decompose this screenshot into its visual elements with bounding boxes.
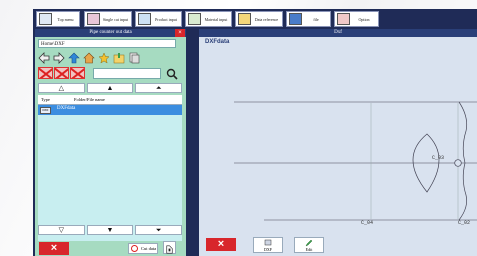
page-down-button[interactable]: ▼ bbox=[86, 225, 134, 235]
dxf-cancel-button[interactable]: × bbox=[206, 238, 236, 251]
cancel-button[interactable]: × bbox=[39, 242, 69, 255]
cad-origin-marker bbox=[454, 159, 462, 167]
contour-label: C_03 bbox=[432, 155, 445, 161]
dxf-file-name: DXFdata bbox=[205, 39, 230, 45]
disabled-actions bbox=[38, 67, 85, 79]
cad-contour bbox=[458, 101, 468, 164]
product-icon bbox=[138, 13, 151, 25]
path-field[interactable]: Home\DXF bbox=[38, 39, 176, 48]
dxf-icon bbox=[264, 239, 272, 246]
disabled-x-icon bbox=[70, 67, 85, 79]
toolbar-data-reference-button[interactable]: Data reference bbox=[235, 11, 283, 27]
toolbar-single-cut-button[interactable]: Single cut input bbox=[84, 11, 132, 27]
disabled-x-icon bbox=[54, 67, 69, 79]
file-list-header: Type Folder/File name bbox=[38, 95, 182, 105]
cad-contour bbox=[458, 162, 468, 221]
dialog-close-button[interactable]: × bbox=[175, 29, 185, 37]
toolbar-top-menu-button[interactable]: Top menu bbox=[36, 11, 80, 27]
dxf-preview-panel: Dxf DXFdata C_03 C_04 C_02 × DXF Edit bbox=[199, 29, 477, 256]
scroll-top-button[interactable]: ⏶ bbox=[135, 83, 183, 93]
dxf-bottom-bar: × DXF Edit bbox=[199, 235, 477, 256]
top-toolbar: Top menu Single cut input Product input … bbox=[33, 9, 477, 29]
app-window: Top menu Single cut input Product input … bbox=[33, 9, 477, 256]
dxf-panel-title: Dxf bbox=[199, 29, 477, 37]
search-input[interactable] bbox=[93, 68, 161, 79]
page-up-button[interactable]: ▲ bbox=[86, 83, 134, 93]
material-icon bbox=[188, 13, 201, 25]
up-folder-icon[interactable] bbox=[68, 51, 80, 64]
toolbar-material-input-button[interactable]: Material input bbox=[185, 11, 232, 27]
dialog-title: Pipe counter out data bbox=[35, 29, 186, 37]
document-icon bbox=[39, 13, 52, 25]
cut-icon bbox=[87, 13, 100, 25]
pencil-icon bbox=[305, 239, 313, 247]
monitor-icon bbox=[289, 13, 302, 25]
toolbar-option-button[interactable]: Option bbox=[334, 11, 379, 27]
option-icon bbox=[337, 13, 350, 25]
dxf-canvas[interactable] bbox=[199, 47, 477, 233]
favorite-icon[interactable] bbox=[98, 51, 110, 64]
scroll-bottom-button[interactable]: ⏷ bbox=[135, 225, 183, 235]
back-arrow-icon[interactable] bbox=[38, 51, 50, 64]
search-icon[interactable] bbox=[166, 67, 178, 80]
save-button[interactable] bbox=[163, 241, 176, 254]
page-down-controls: ▽ ▼ ⏷ bbox=[38, 225, 183, 235]
file-action-toolbar bbox=[38, 51, 140, 64]
list-item[interactable]: DXF DXFdata bbox=[38, 105, 182, 115]
forward-arrow-icon[interactable] bbox=[53, 51, 65, 64]
contour-label: C_02 bbox=[458, 220, 471, 226]
home-icon[interactable] bbox=[83, 51, 95, 64]
scroll-down-button[interactable]: ▽ bbox=[38, 225, 85, 235]
pipe-counter-dialog: Pipe counter out data × Home\DXF △ ▲ ⏶ T… bbox=[35, 29, 186, 256]
disabled-x-icon bbox=[38, 67, 53, 79]
copy-icon[interactable] bbox=[128, 51, 140, 64]
dxf-file-icon: DXF bbox=[40, 107, 51, 114]
toolbar-product-input-button[interactable]: Product input bbox=[135, 11, 182, 27]
dxf-import-button[interactable]: DXF bbox=[253, 237, 283, 253]
page-up-controls: △ ▲ ⏶ bbox=[38, 83, 183, 93]
confirm-circle-icon bbox=[131, 245, 138, 252]
column-name: Folder/File name bbox=[74, 97, 105, 102]
scroll-up-button[interactable]: △ bbox=[38, 83, 85, 93]
dxf-edit-button[interactable]: Edit bbox=[294, 237, 324, 253]
column-type: Type bbox=[41, 97, 50, 102]
cut-data-button[interactable]: Cut data bbox=[128, 243, 158, 254]
contour-label: C_04 bbox=[361, 220, 374, 226]
folder-icon bbox=[238, 13, 251, 25]
new-folder-icon[interactable] bbox=[113, 51, 125, 64]
file-name: DXFdata bbox=[57, 106, 76, 111]
save-icon bbox=[166, 245, 173, 254]
file-list: DXF DXFdata bbox=[38, 105, 182, 241]
toolbar-file-button[interactable]: file bbox=[286, 11, 331, 27]
